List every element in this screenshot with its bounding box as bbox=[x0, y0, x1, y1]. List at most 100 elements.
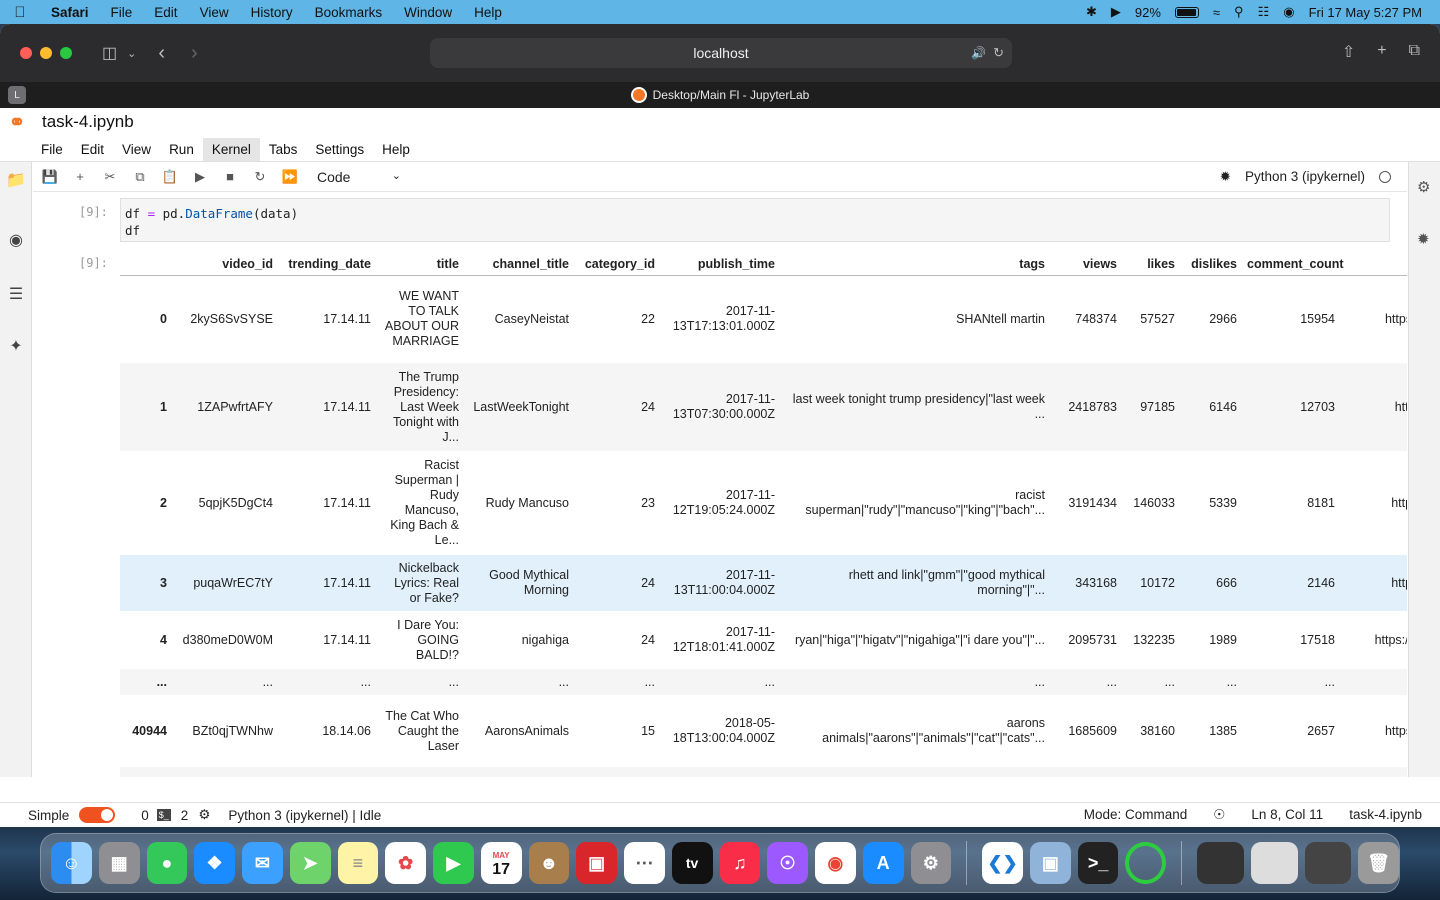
safari-icon[interactable]: ❖ bbox=[194, 842, 235, 884]
app-store-icon[interactable]: A bbox=[862, 842, 904, 884]
apple-icon[interactable]:  bbox=[0, 4, 40, 21]
simple-mode-toggle[interactable] bbox=[79, 807, 116, 823]
jp-menu-file[interactable]: File bbox=[32, 138, 72, 161]
table-row[interactable]: .................................... bbox=[120, 669, 1407, 695]
restart-icon[interactable]: ↻ bbox=[245, 169, 275, 185]
notes-icon[interactable]: ≡ bbox=[337, 842, 379, 884]
back-button[interactable]: ‹ bbox=[158, 42, 165, 65]
system-settings-icon[interactable]: ⚙ bbox=[910, 842, 952, 884]
jp-menu-settings[interactable]: Settings bbox=[306, 138, 373, 161]
running-icon[interactable]: ◉ bbox=[6, 230, 26, 250]
paste-icon[interactable]: 📋 bbox=[155, 169, 185, 185]
share-icon[interactable]: ⇧ bbox=[1342, 42, 1355, 62]
chrome-icon[interactable]: ◉ bbox=[815, 842, 856, 884]
table-row[interactable]: 0 2kyS6SvSYSE 17.14.11 WE WANT TO TALK ABOU… bbox=[120, 275, 1407, 363]
cell-type-select[interactable]: Code ⌄ bbox=[317, 169, 401, 185]
cursor-position[interactable]: Ln 8, Col 11 bbox=[1251, 807, 1323, 823]
fast-forward-icon[interactable]: ⏩ bbox=[275, 169, 305, 185]
apple-tv-icon[interactable]: tv bbox=[671, 842, 713, 884]
address-bar[interactable]: localhost 🔊 ↻ bbox=[430, 38, 1012, 68]
jp-menu-run[interactable]: Run bbox=[160, 138, 203, 161]
menubar-help[interactable]: Help bbox=[463, 5, 513, 20]
recent-window-3-icon[interactable] bbox=[1304, 842, 1352, 884]
menubar-view[interactable]: View bbox=[189, 5, 240, 20]
folder-icon[interactable]: 📁 bbox=[6, 170, 26, 190]
control-center-icon[interactable]: ☷ bbox=[1258, 4, 1270, 20]
recent-window-2-icon[interactable] bbox=[1251, 842, 1298, 884]
save-icon[interactable]: 💾 bbox=[35, 169, 65, 185]
siri-icon[interactable]: ◉ bbox=[1283, 4, 1294, 20]
jp-menu-tabs[interactable]: Tabs bbox=[260, 138, 307, 161]
table-cell: BZt0qjTWNhw bbox=[192, 723, 273, 738]
table-row[interactable]: 40944 BZt0qjTWNhw 18.14.06 The Cat Who Caug… bbox=[120, 695, 1407, 767]
play-icon[interactable]: ▶ bbox=[1111, 4, 1121, 20]
menubar-bookmarks[interactable]: Bookmarks bbox=[304, 5, 394, 20]
jp-menu-edit[interactable]: Edit bbox=[72, 138, 113, 161]
notebook-mode: Mode: Command bbox=[1083, 807, 1188, 822]
menubar-file[interactable]: File bbox=[100, 5, 144, 20]
cut-icon[interactable]: ✂ bbox=[95, 169, 125, 185]
bluetooth-icon[interactable]: ✱ bbox=[1086, 4, 1097, 20]
chevron-down-icon[interactable]: ⌄ bbox=[127, 47, 136, 60]
stop-icon[interactable]: ■ bbox=[215, 169, 245, 184]
wifi-icon[interactable]: ≈ bbox=[1213, 5, 1220, 20]
run-icon[interactable]: ▶ bbox=[185, 169, 215, 185]
photo-booth-icon[interactable]: ▣ bbox=[576, 842, 617, 884]
facetime-icon[interactable]: ▶ bbox=[433, 842, 474, 884]
table-row[interactable]: 3 puqaWrEC7tY 17.14.11 Nickelback Lyrics: R… bbox=[120, 555, 1407, 611]
zoom-window-button[interactable] bbox=[60, 47, 72, 59]
extension-icon[interactable]: ✦ bbox=[6, 336, 26, 356]
code-cell[interactable]: df = pd.DataFrame(data) df bbox=[120, 198, 1390, 242]
sidebar-toggle-icon[interactable]: ◫ bbox=[102, 43, 117, 63]
table-row[interactable]: 2 5qpjK5DgCt4 17.14.11 Racist Superman | Ru… bbox=[120, 451, 1407, 555]
maps-icon[interactable]: ➤ bbox=[289, 842, 331, 884]
insert-cell-icon[interactable]: + bbox=[65, 169, 95, 184]
close-window-button[interactable] bbox=[20, 47, 32, 59]
copy-icon[interactable]: ⧉ bbox=[125, 169, 155, 185]
jp-menu-help[interactable]: Help bbox=[373, 138, 419, 161]
audio-icon[interactable]: 🔊 bbox=[971, 46, 986, 60]
search-icon[interactable]: ⚲ bbox=[1234, 4, 1244, 20]
tab-overview-icon[interactable]: ⧉ bbox=[1409, 42, 1420, 62]
jp-menu-view[interactable]: View bbox=[113, 138, 160, 161]
table-row[interactable]: 409451h7KV2sjUWY18.14.06True Facts : Ant… bbox=[120, 767, 1407, 777]
contacts-icon[interactable]: ☻ bbox=[528, 842, 570, 884]
kernel-name[interactable]: Python 3 (ipykernel) bbox=[1245, 169, 1365, 184]
podcasts-icon[interactable]: ☉ bbox=[767, 842, 808, 884]
battery-icon[interactable] bbox=[1174, 6, 1199, 18]
kernel-count[interactable]: 2 bbox=[181, 808, 189, 823]
debugger-icon[interactable]: ✹ bbox=[1417, 230, 1430, 248]
calendar-icon[interactable]: MAY 17 bbox=[480, 842, 522, 884]
finder-icon[interactable]: ☺ bbox=[51, 842, 92, 884]
reminders-icon[interactable]: ⋯ bbox=[624, 842, 665, 884]
new-tab-icon[interactable]: + bbox=[1377, 42, 1386, 62]
launchpad-icon[interactable]: ▦ bbox=[98, 842, 140, 884]
preview-icon[interactable]: ▣ bbox=[1029, 842, 1071, 884]
minimize-window-button[interactable] bbox=[40, 47, 52, 59]
active-tab[interactable]: Desktop/Main Fl - JupyterLab bbox=[0, 87, 1440, 103]
kernel-status[interactable]: Python 3 (ipykernel) | Idle bbox=[228, 808, 381, 823]
forward-button[interactable]: › bbox=[191, 42, 198, 65]
vscode-icon[interactable]: ❮❯ bbox=[982, 842, 1023, 884]
table-row[interactable]: 4 d380meD0W0M 17.14.11 I Dare You: GOING BA… bbox=[120, 611, 1407, 669]
terminal-app-icon[interactable]: >_ bbox=[1077, 842, 1119, 884]
reload-icon[interactable]: ↻ bbox=[993, 45, 1004, 61]
activity-icon[interactable] bbox=[1125, 842, 1167, 884]
photos-icon[interactable]: ✿ bbox=[385, 842, 426, 884]
property-inspector-icon[interactable]: ⚙ bbox=[1417, 178, 1430, 196]
recent-window-1-icon[interactable] bbox=[1197, 842, 1244, 884]
toc-icon[interactable]: ☰ bbox=[6, 284, 26, 304]
menubar-datetime[interactable]: Fri 17 May 5:27 PM bbox=[1309, 5, 1422, 20]
menubar-history[interactable]: History bbox=[240, 5, 304, 20]
mail-icon[interactable]: ✉ bbox=[242, 842, 283, 884]
trash-icon[interactable]: 🗑 bbox=[1358, 842, 1399, 884]
music-icon[interactable]: ♫ bbox=[719, 842, 761, 884]
messages-icon[interactable]: ● bbox=[146, 842, 188, 884]
bug-icon[interactable]: ✹ bbox=[1220, 169, 1231, 185]
menubar-edit[interactable]: Edit bbox=[143, 5, 188, 20]
table-row[interactable]: 1 1ZAPwfrtAFY 17.14.11 The Trump Presidency… bbox=[120, 363, 1407, 451]
jp-menu-kernel[interactable]: Kernel bbox=[202, 137, 260, 161]
menubar-app-name[interactable]: Safari bbox=[40, 5, 100, 20]
menubar-window[interactable]: Window bbox=[393, 5, 463, 20]
terminal-count[interactable]: 0 bbox=[141, 808, 149, 823]
